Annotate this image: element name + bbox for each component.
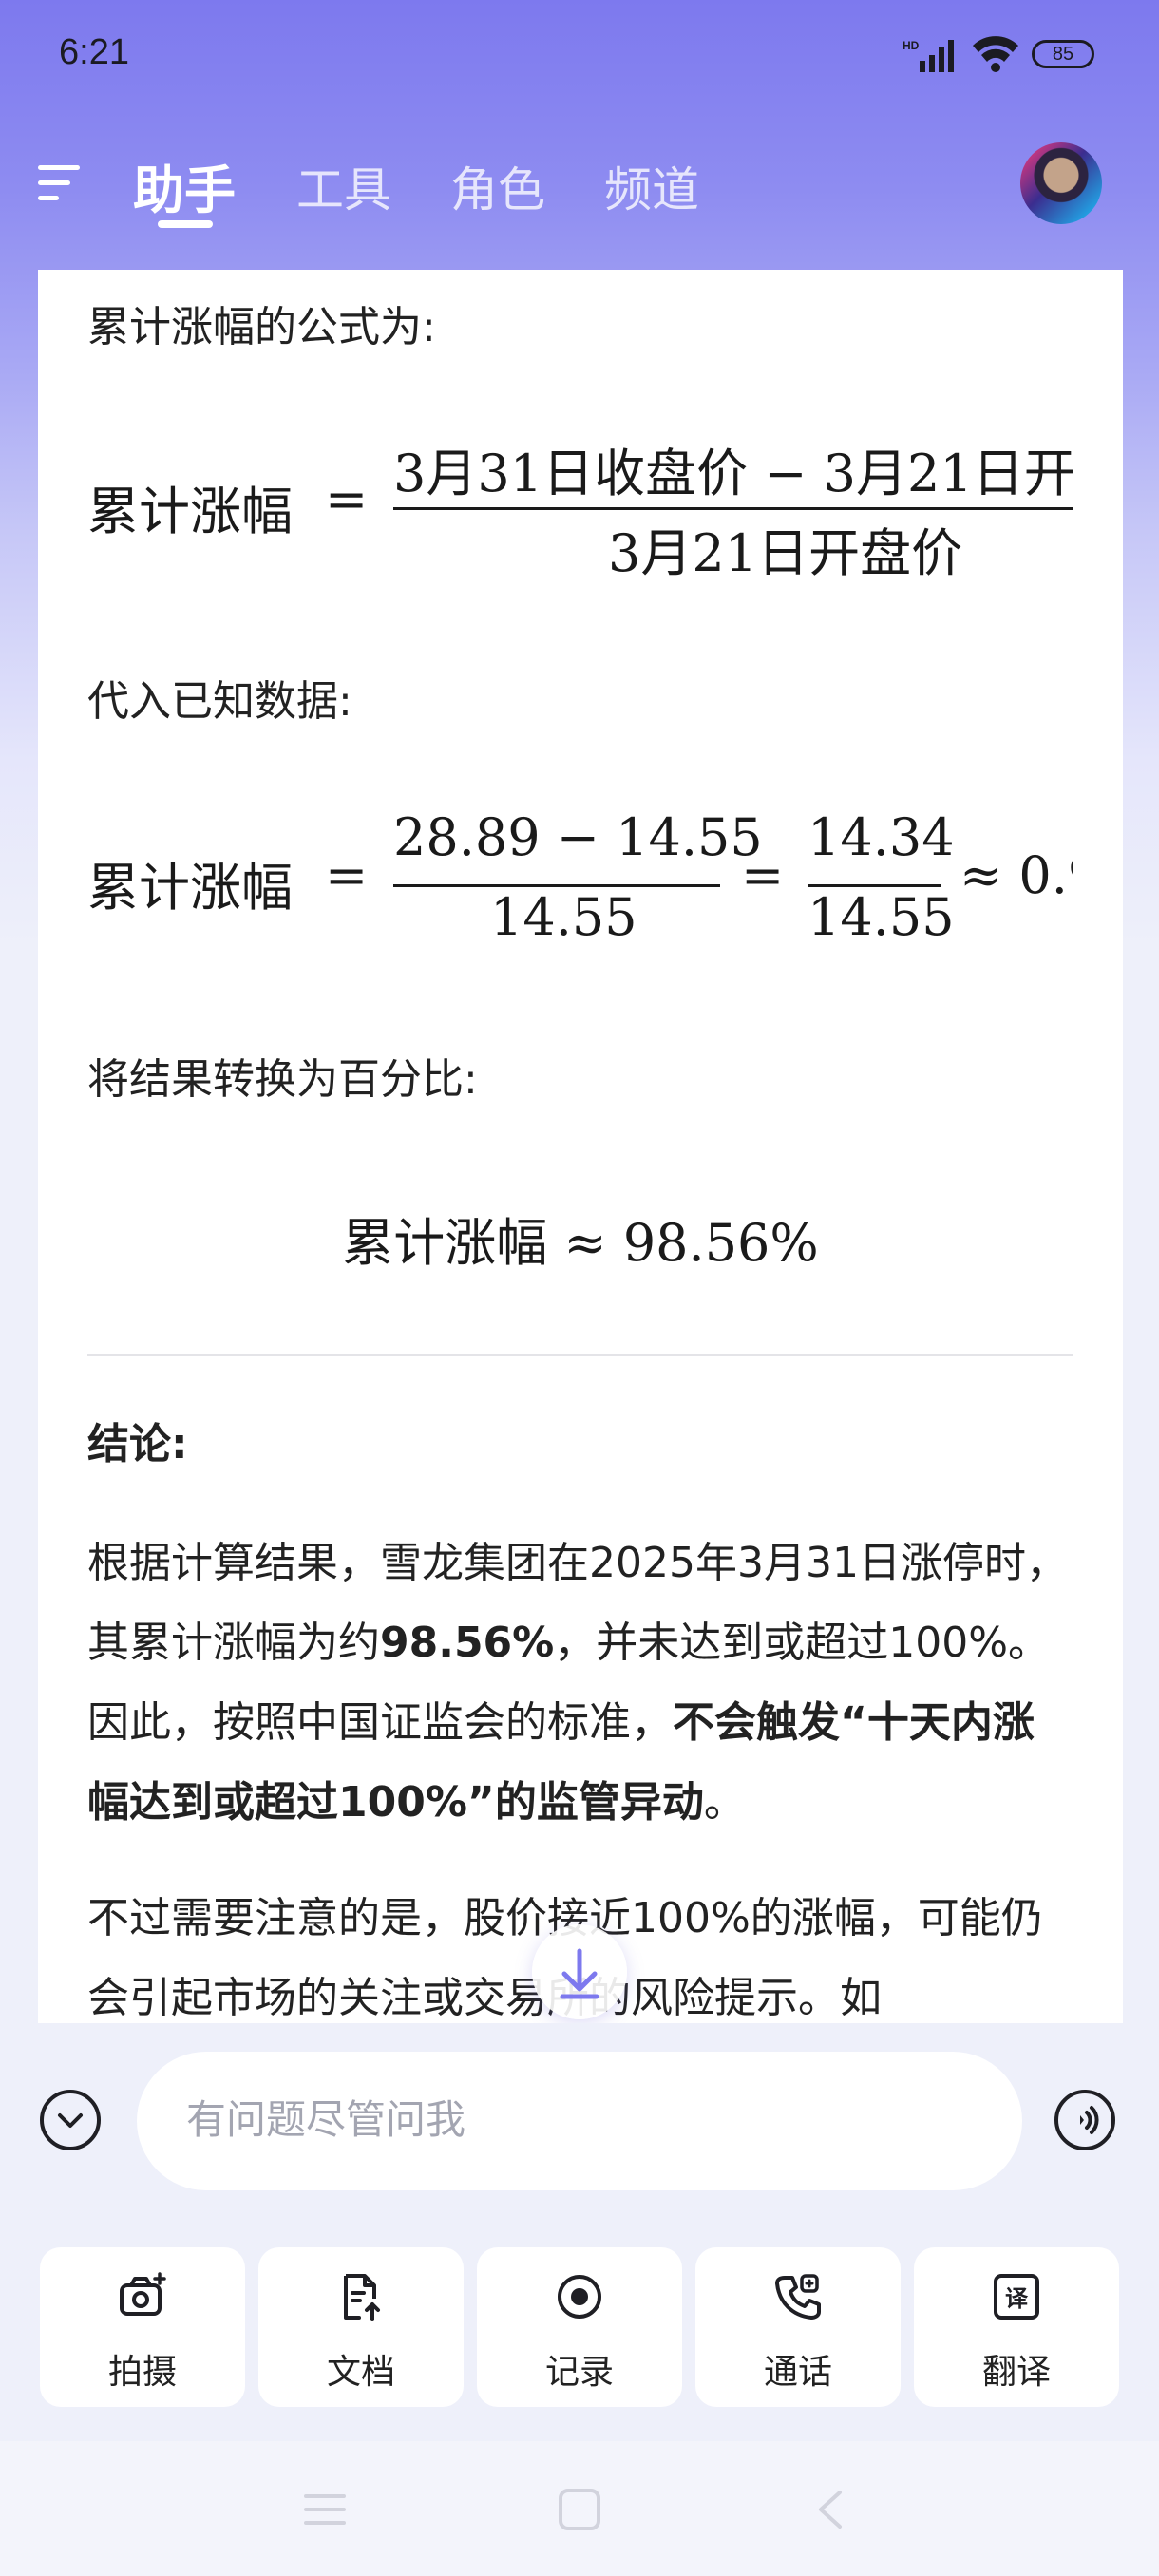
avatar[interactable] [1020,142,1102,224]
voice-wave-icon [1080,2106,1099,2134]
formula-fraction-line [393,507,1074,510]
status-time: 6:21 [59,32,129,72]
translate-icon: 译 [994,2274,1039,2320]
wifi-icon [973,36,1018,72]
active-tab-indicator [158,220,213,228]
tool-call-button[interactable]: 通话 [695,2247,901,2407]
home-icon[interactable] [557,2487,602,2532]
voice-button[interactable] [1054,2090,1115,2150]
tool-label: 记录 [544,2353,614,2392]
sub-denominator-2: 14.55 [808,887,955,947]
message-input-box[interactable] [137,2052,1022,2190]
sub-lhs: 累计涨幅 [87,858,293,918]
percent-intro: 将结果转换为百分比: [87,1055,478,1104]
formula-intro: 累计涨幅的公式为: [87,303,436,351]
conclusion-paragraph: 根据计算结果，雪龙集团在2025年3月31日涨停时，其累计涨幅为约98.56%，… [87,1524,1075,1843]
formula-lhs: 累计涨幅 [87,482,293,541]
back-icon[interactable] [811,2487,849,2532]
document-upload-icon [344,2274,380,2321]
substitute-intro: 代入已知数据: [87,677,352,726]
arrow-down-icon [560,1948,599,1999]
svg-text:译: 译 [1005,2285,1029,2312]
sub-equals-1: = [325,845,369,905]
menu-icon[interactable] [38,161,80,203]
sub-numerator-2: 14.34 [808,807,955,867]
tool-document-button[interactable]: 文档 [258,2247,464,2407]
assistant-message-card: 累计涨幅的公式为: 累计涨幅 = 3月31日收盘价 − 3月21日开 3月21日… [38,270,1123,2023]
collapse-button[interactable] [40,2090,101,2150]
tool-label: 文档 [326,2353,395,2392]
recent-apps-icon[interactable] [302,2489,348,2530]
system-navigation-bar [0,2441,1159,2576]
section-divider [87,1354,1074,1356]
conclusion-percent: 98.56% [380,1619,555,1667]
formula-numerator: 3月31日收盘价 − 3月21日开 [393,444,1074,503]
tool-record-button[interactable]: 记录 [477,2247,682,2407]
call-icon [775,2274,821,2320]
conclusion-text-e: 。 [703,1778,746,1827]
tab-tools[interactable]: 工具 [296,152,391,220]
tab-channels[interactable]: 频道 [604,152,699,220]
tool-translate-button[interactable]: 译 翻译 [914,2247,1119,2407]
sub-denominator-1: 14.55 [490,887,637,947]
formula-equals: = [325,469,369,529]
status-bar: 6:21 HD 85 [0,0,1159,114]
sub-approx: ≈ 0.9 [960,845,1074,905]
sub-equals-2: = [741,845,785,905]
result-formula: 累计涨幅 ≈ 98.56% [342,1213,819,1273]
tool-label: 翻译 [981,2353,1051,2392]
scroll-to-bottom-button[interactable] [532,1924,627,2019]
tool-capture-button[interactable]: 拍摄 [40,2247,245,2407]
sub-numerator-1: 28.89 − 14.55 [393,807,763,867]
tool-label: 拍摄 [107,2353,177,2392]
tab-assistant[interactable]: 助手 [133,148,236,223]
tab-roles[interactable]: 角色 [450,152,545,220]
conclusion-heading: 结论: [87,1420,188,1468]
record-icon [558,2275,601,2319]
message-input[interactable] [184,2090,948,2149]
network-type-label: HD [902,39,920,52]
cellular-signal-icon: HD [902,39,954,72]
chevron-down-icon [58,2113,83,2128]
camera-icon [120,2272,166,2316]
formula-denominator: 3月21日开盘价 [608,523,963,583]
battery-icon: 85 [1032,40,1094,68]
tool-label: 通话 [763,2353,832,2392]
